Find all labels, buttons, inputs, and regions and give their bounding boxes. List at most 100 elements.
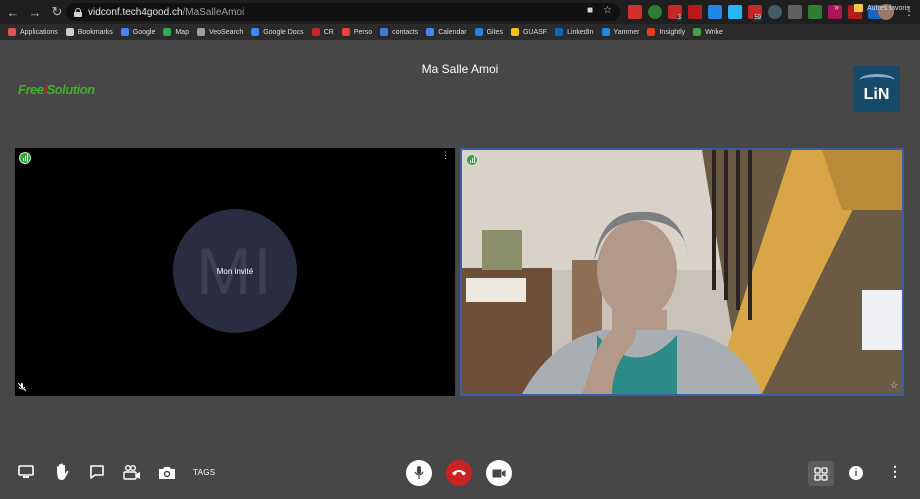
extension-icons: 3 59 <box>628 5 882 21</box>
bookmark-favicon-icon <box>251 28 260 36</box>
bookmark-favicon-icon <box>555 28 564 36</box>
url-path: /MaSalleAmoi <box>182 6 245 18</box>
bookmark-label: Google <box>132 28 156 36</box>
bookmark-label: CR <box>323 28 334 36</box>
bookmark-favicon-icon <box>601 28 610 36</box>
bookmark-item[interactable]: Bookmarks <box>65 28 113 36</box>
camera-button[interactable] <box>486 460 512 486</box>
folder-icon <box>854 4 863 12</box>
bookmark-favicon-icon <box>341 28 350 36</box>
bookmark-item[interactable]: Yammer <box>601 28 639 36</box>
participants-video-icon[interactable] <box>123 463 141 481</box>
mail-extension-icon[interactable]: 59 <box>748 5 762 21</box>
person-extension-icon[interactable] <box>688 5 702 19</box>
webcam-video <box>462 150 902 394</box>
bookmark-item[interactable]: Google Docs <box>251 28 304 36</box>
bookmark-label: Perso <box>353 28 373 36</box>
evernote-extension-icon[interactable] <box>648 5 662 19</box>
bookmark-item[interactable]: GUASF <box>510 28 548 36</box>
address-bar[interactable]: vidconf.tech4good.ch/MaSalleAmoi ■ ☆ <box>66 3 620 21</box>
grid-icon <box>814 466 828 481</box>
logo-text-solution: Solution <box>46 82 96 97</box>
grammarly-extension-icon[interactable] <box>728 5 742 19</box>
bookmark-favicon-icon <box>163 28 172 36</box>
bookmark-favicon-icon <box>693 28 702 36</box>
bookmark-item[interactable]: LinkedIn <box>555 28 594 36</box>
video-camera-icon <box>492 469 506 477</box>
bookmarks-bar: Applications Bookmarks Google Map VeoSearch G… <box>0 24 920 40</box>
badge-count: 3 <box>676 15 682 21</box>
bookmark-favicon-icon <box>426 28 435 36</box>
globe-extension-icon[interactable] <box>768 5 782 19</box>
bookmark-item[interactable]: Google <box>120 28 156 36</box>
camera-snapshot-icon[interactable] <box>158 463 176 481</box>
bookmark-item[interactable]: Perso <box>341 28 373 36</box>
participant-tile-local[interactable]: ☆ <box>460 148 904 396</box>
forward-arrow-icon[interactable]: → <box>26 3 44 21</box>
connection-quality-icon[interactable] <box>466 154 478 166</box>
url-domain: vidconf.tech4good.ch <box>88 6 183 18</box>
bookmark-item[interactable]: Applications <box>8 28 58 36</box>
other-bookmarks[interactable]: Autres favoris <box>854 0 910 16</box>
bookmark-item[interactable]: contacts <box>380 28 418 36</box>
more-options-icon[interactable]: ⋮ <box>888 464 902 478</box>
back-arrow-icon[interactable]: ← <box>4 3 22 21</box>
chat-icon[interactable] <box>88 463 106 481</box>
flag-extension-icon[interactable] <box>788 5 802 19</box>
mic-muted-icon <box>17 382 27 393</box>
pe-extension-icon[interactable] <box>808 5 822 19</box>
calendar-extension-icon[interactable]: 3 <box>668 5 682 21</box>
bookmark-label: Map <box>175 28 189 36</box>
guest-avatar: MI Mon invité <box>173 209 297 333</box>
bookmark-favicon-icon <box>311 28 320 36</box>
info-icon[interactable]: i <box>849 466 863 480</box>
microphone-icon <box>414 466 424 479</box>
bookmark-item[interactable]: Wrike <box>693 28 723 36</box>
bookmark-favicon-icon <box>474 28 483 36</box>
screen-share-icon[interactable] <box>17 463 35 481</box>
tags-button[interactable]: TAGS <box>193 468 215 477</box>
bookmark-item[interactable]: Calendar <box>426 28 467 36</box>
other-bookmarks-label: Autres favoris <box>867 4 910 12</box>
connection-quality-icon[interactable] <box>19 152 31 164</box>
hangup-button[interactable] <box>446 460 472 486</box>
tile-menu-icon[interactable]: ⋮ <box>441 151 450 160</box>
bookmark-favicon-icon <box>380 28 389 36</box>
bookmark-favicon-icon <box>196 28 205 36</box>
bookmark-label: Insightly <box>659 28 686 36</box>
bookmark-label: Bookmarks <box>77 28 113 36</box>
bookmark-favicon-icon <box>510 28 519 36</box>
bookmark-label: VeoSearch <box>208 28 244 36</box>
star-icon[interactable]: ☆ <box>890 380 898 391</box>
participant-tile-guest[interactable]: ⋮ MI Mon invité <box>15 148 455 396</box>
bookmark-label: Gites <box>486 28 503 36</box>
bookmark-item[interactable]: VeoSearch <box>196 28 244 36</box>
logo-text-free: Free <box>18 82 44 97</box>
diamond-extension-icon[interactable] <box>708 5 722 19</box>
browser-toolbar: ← → ↻ vidconf.tech4good.ch/MaSalleAmoi ■… <box>0 0 920 24</box>
bookmark-item[interactable]: Insightly <box>647 28 685 36</box>
freesolution-logo[interactable]: Free/Solution <box>18 82 95 97</box>
swiss-extension-icon[interactable] <box>628 5 642 19</box>
bookmark-label: Wrike <box>705 28 723 36</box>
lin-logo[interactable]: LiN <box>853 66 900 112</box>
raise-hand-icon[interactable] <box>53 463 71 481</box>
bookmarks-overflow-icon[interactable]: » <box>834 2 839 12</box>
microphone-button[interactable] <box>406 460 432 486</box>
bookmark-favicon-icon <box>8 28 16 36</box>
participant-name: Mon invité <box>216 267 254 276</box>
bookmark-label: Google Docs <box>263 28 304 36</box>
reload-icon[interactable]: ↻ <box>48 3 66 21</box>
bookmark-label: contacts <box>392 28 419 36</box>
bookmark-star-icon[interactable]: ☆ <box>603 5 612 16</box>
bookmark-item[interactable]: CR <box>311 28 334 36</box>
bookmark-label: LinkedIn <box>567 28 594 36</box>
tile-view-button[interactable] <box>808 461 834 486</box>
camera-indicator-icon[interactable]: ■ <box>587 5 593 16</box>
bookmark-item[interactable]: Gites <box>474 28 503 36</box>
bookmark-item[interactable]: Map <box>163 28 189 36</box>
bookmark-label: GUASF <box>522 28 548 36</box>
lock-icon <box>74 7 82 17</box>
room-title: Ma Salle Amoi <box>421 62 499 76</box>
bookmark-favicon-icon <box>65 28 74 36</box>
